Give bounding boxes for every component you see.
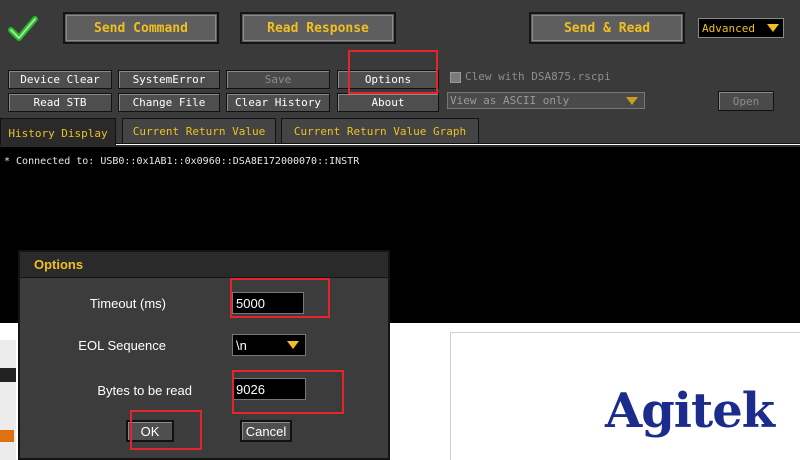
tab-current-return-value[interactable]: Current Return Value <box>122 118 276 144</box>
options-button[interactable]: Options <box>337 70 439 89</box>
clear-history-button[interactable]: Clear History <box>226 93 330 112</box>
cancel-button[interactable]: Cancel <box>240 420 292 442</box>
agitek-logo: Agitek <box>605 383 775 439</box>
send-command-button[interactable]: Send Command <box>63 12 219 44</box>
bytes-input[interactable]: 9026 <box>232 378 306 400</box>
clew-checkbox[interactable] <box>450 72 461 83</box>
timeout-input[interactable]: 5000 <box>232 292 304 314</box>
chevron-down-icon <box>626 96 638 105</box>
chevron-down-icon <box>767 24 779 32</box>
ok-button[interactable]: OK <box>126 420 174 442</box>
eol-value: \n <box>236 337 247 353</box>
device-clear-button[interactable]: Device Clear <box>8 70 112 89</box>
save-button[interactable]: Save <box>226 70 330 89</box>
tab-current-return-value-graph[interactable]: Current Return Value Graph <box>281 118 479 144</box>
eol-select[interactable]: \n <box>232 334 306 356</box>
open-button[interactable]: Open <box>718 91 774 111</box>
options-dialog <box>18 250 390 460</box>
read-response-button[interactable]: Read Response <box>240 12 396 44</box>
about-button[interactable]: About <box>337 93 439 112</box>
clew-label: Clew with DSA875.rscpi <box>465 70 611 83</box>
bytes-label: Bytes to be read <box>97 383 192 398</box>
system-error-button[interactable]: SystemError <box>118 70 220 89</box>
timeout-label: Timeout (ms) <box>89 296 166 311</box>
view-mode-select[interactable]: View as ASCII only <box>447 92 645 109</box>
send-and-read-button[interactable]: Send & Read <box>529 12 685 44</box>
eol-label: EOL Sequence <box>78 338 166 353</box>
view-mode-value: View as ASCII only <box>450 94 570 107</box>
divider <box>450 332 451 460</box>
divider <box>450 332 800 333</box>
background-window-edge <box>0 368 16 382</box>
background-window-edge <box>0 340 16 460</box>
checkmark-icon <box>8 16 38 41</box>
console-line: * Connected to: USB0::0x1AB1::0x0960::DS… <box>4 156 360 167</box>
read-stb-button[interactable]: Read STB <box>8 93 112 112</box>
background-window-edge <box>0 430 14 442</box>
change-file-button[interactable]: Change File <box>118 93 220 112</box>
dialog-title: Options <box>20 252 388 278</box>
tab-history-display[interactable]: History Display <box>0 118 116 148</box>
chevron-down-icon <box>287 341 299 349</box>
mode-select-value: Advanced <box>702 21 755 35</box>
mode-select[interactable]: Advanced <box>698 18 784 38</box>
